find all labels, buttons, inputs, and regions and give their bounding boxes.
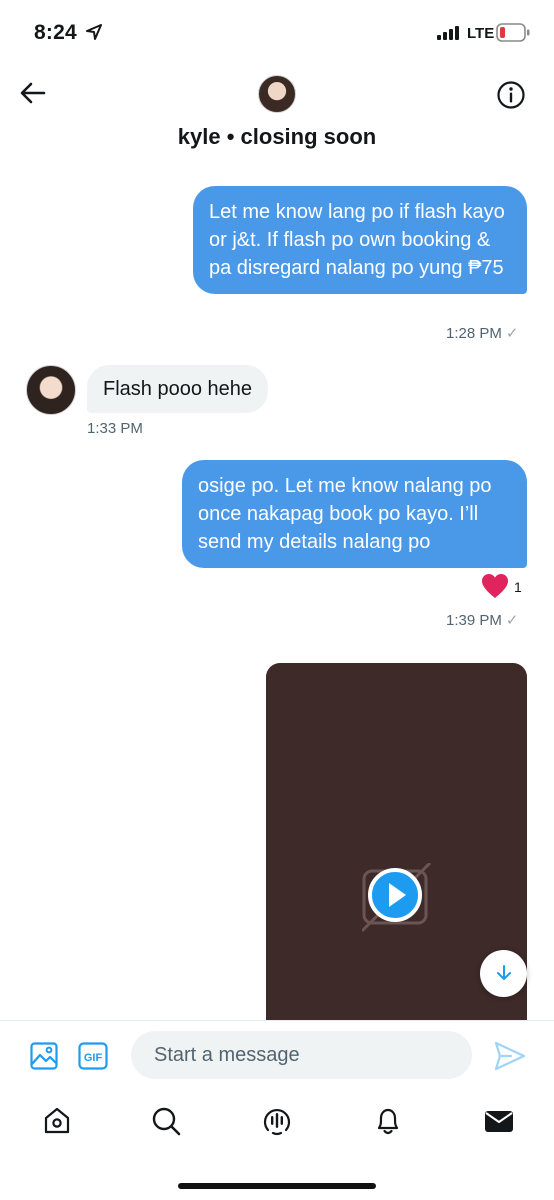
search-icon[interactable] (151, 1106, 181, 1136)
arrow-left-icon[interactable] (20, 80, 46, 106)
info-circle-icon[interactable] (496, 80, 526, 110)
bottom-navigation (0, 1090, 554, 1200)
heart-icon[interactable] (481, 573, 509, 599)
spaces-icon[interactable] (262, 1106, 292, 1136)
home-indicator (178, 1183, 376, 1189)
svg-text:GIF: GIF (84, 1052, 103, 1064)
battery-icon (496, 23, 530, 42)
scroll-to-bottom-button[interactable] (480, 950, 527, 997)
location-arrow-icon (86, 24, 102, 40)
timestamp-text: 1:28 PM (446, 325, 502, 342)
arrow-down-icon (497, 965, 511, 980)
reaction-count: 1 (514, 579, 522, 595)
signal-bars-icon (437, 26, 459, 40)
image-icon[interactable] (30, 1042, 58, 1070)
message-timestamp: 1:33 PM (87, 420, 143, 437)
outgoing-message-bubble[interactable]: osige po. Let me know nalang po once nak… (182, 460, 527, 568)
sent-check-icon: ✓ (505, 612, 519, 629)
timestamp-text: 1:39 PM (446, 612, 502, 629)
messages-icon[interactable] (484, 1106, 514, 1136)
message-composer: GIF (0, 1020, 554, 1090)
notifications-icon[interactable] (373, 1106, 403, 1136)
conversation-title[interactable]: kyle • closing soon (0, 124, 554, 150)
play-button-icon[interactable] (362, 863, 432, 933)
network-label: LTE (467, 25, 495, 42)
status-time: 8:24 (34, 21, 77, 44)
home-icon[interactable] (42, 1106, 72, 1136)
incoming-message-bubble[interactable]: Flash pooo hehe (87, 365, 269, 413)
gif-icon[interactable]: GIF (78, 1042, 108, 1070)
sent-check-icon: ✓ (505, 325, 519, 342)
status-bar: 8:24 LTE (0, 0, 554, 66)
message-input[interactable] (131, 1031, 472, 1079)
send-icon[interactable] (494, 1041, 526, 1071)
outgoing-message-bubble[interactable]: Let me know lang po if flash kayo or j&t… (193, 186, 527, 294)
sender-avatar[interactable] (26, 365, 76, 415)
message-timestamp: 1:28 PM ✓ (446, 324, 518, 342)
message-timestamp: 1:39 PM ✓ (446, 611, 518, 629)
header-avatar[interactable] (258, 75, 296, 113)
